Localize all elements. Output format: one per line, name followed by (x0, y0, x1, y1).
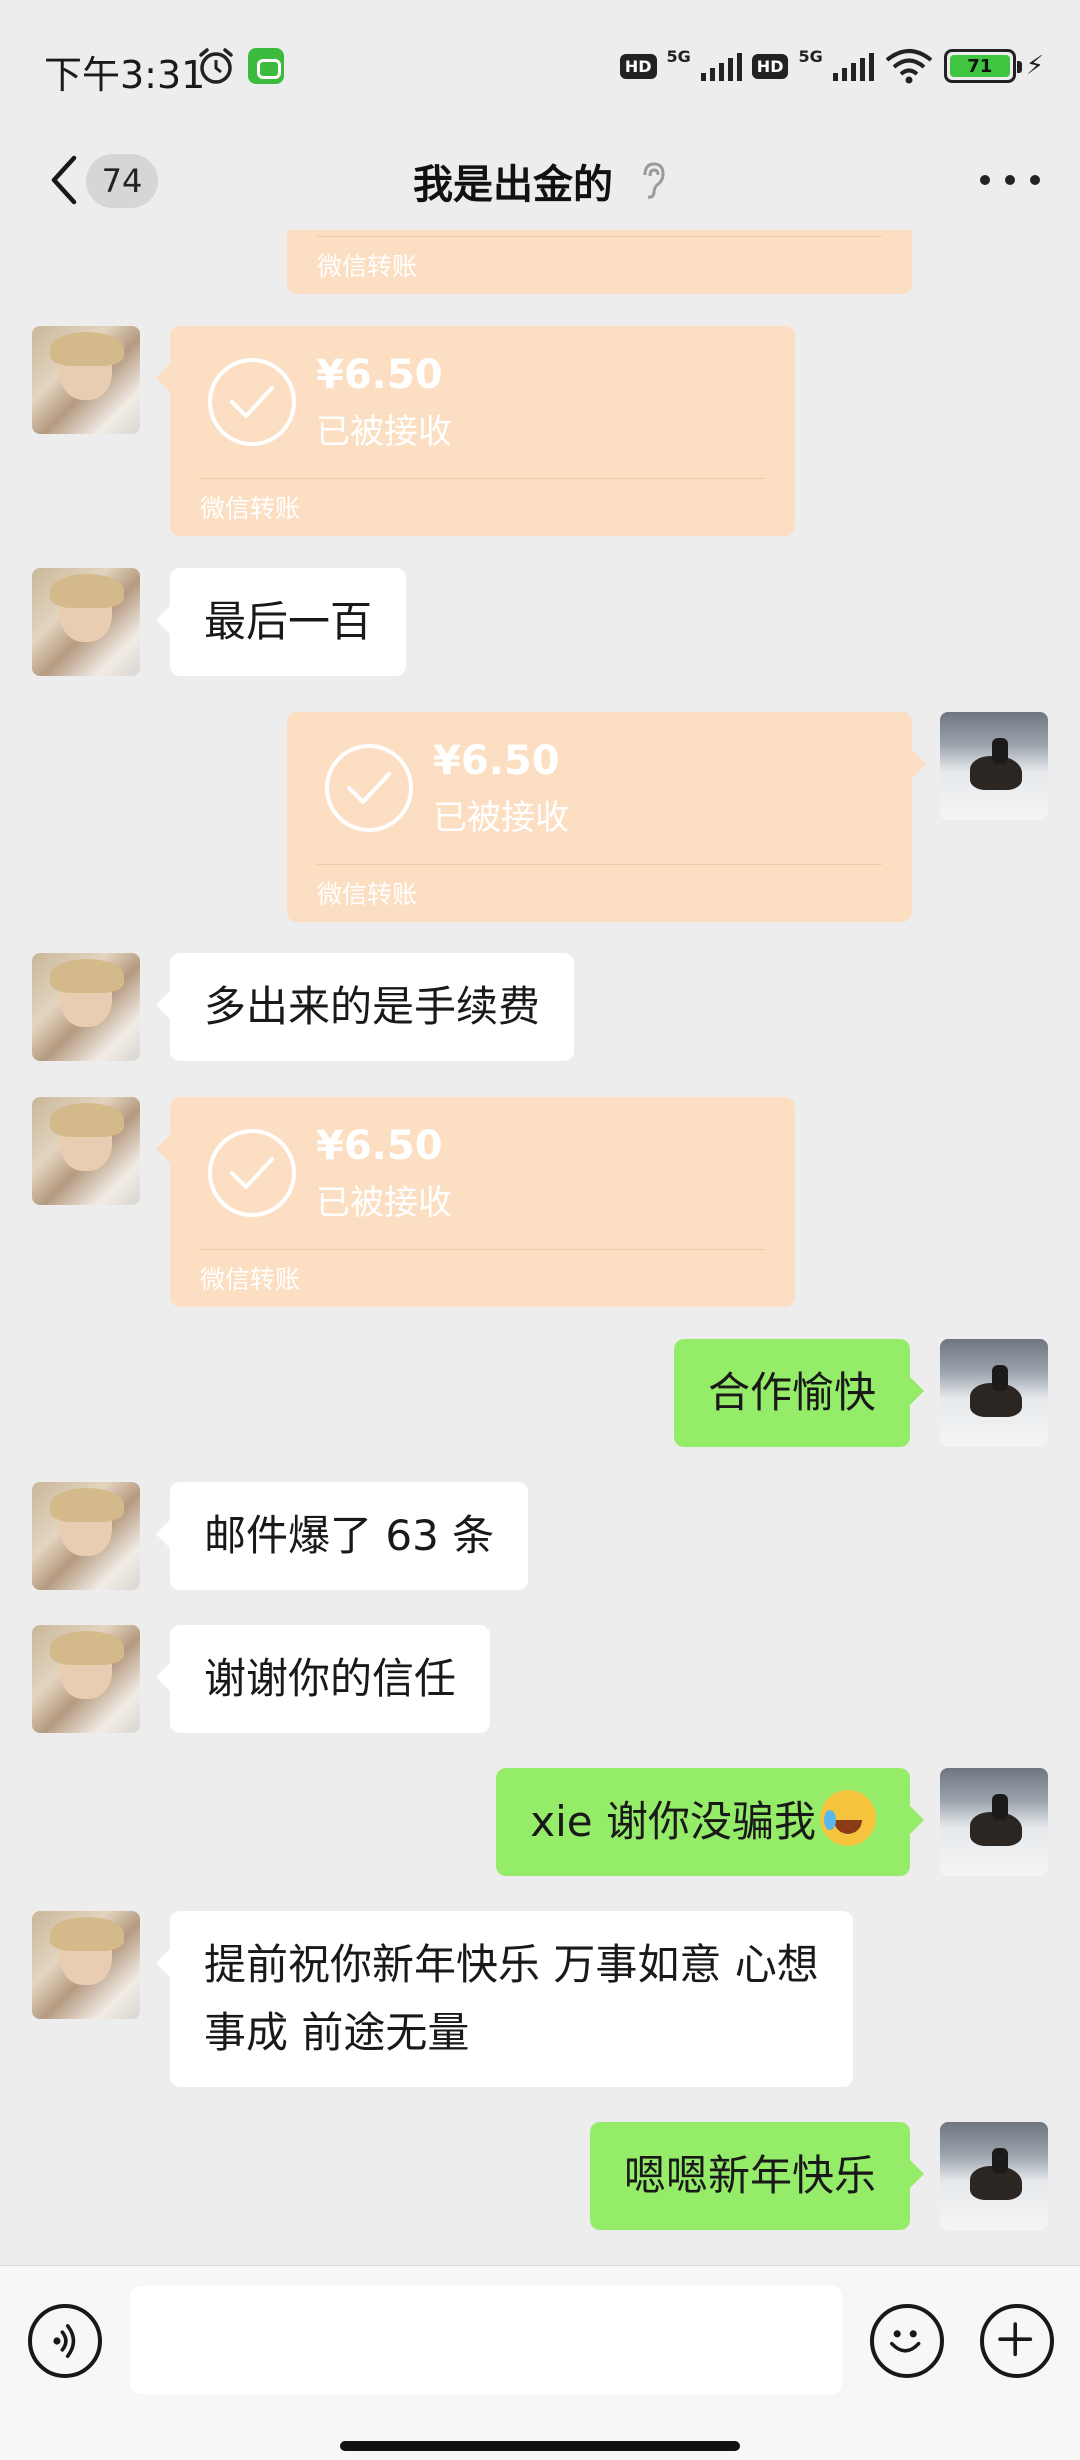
voice-icon[interactable] (28, 2304, 102, 2378)
transfer-divider (317, 236, 882, 237)
transfer-footer: 微信转账 (200, 494, 301, 523)
avatar[interactable] (940, 1768, 1048, 1876)
transfer-card[interactable]: ¥6.50 已被接收 微信转账 (287, 712, 926, 922)
signal-icon (700, 51, 742, 81)
avatar[interactable] (32, 326, 140, 434)
chat-header: 74 我是出金的 (0, 130, 1080, 230)
avatar[interactable] (940, 2122, 1048, 2230)
charging-icon: ⚡ (1025, 51, 1044, 81)
input-bar (0, 2265, 1080, 2460)
home-indicator[interactable] (340, 2441, 740, 2451)
transfer-status: 已被接收 (433, 798, 569, 838)
avatar[interactable] (32, 1625, 140, 1733)
transfer-card[interactable]: ¥6.50 已被接收 微信转账 (156, 326, 795, 536)
ear-icon (643, 162, 665, 199)
message-input[interactable] (130, 2286, 842, 2394)
chat-title-area: 我是出金的 (0, 152, 1080, 210)
message-bubble[interactable]: 邮件爆了 63 条 (155, 1482, 529, 1590)
message-bubble[interactable]: 嗯嗯新年快乐 (589, 2122, 925, 2230)
message-text: 邮件爆了 63 条 (204, 1511, 495, 1560)
transfer-status: 已被接收 (316, 1183, 452, 1223)
more-icon[interactable] (980, 160, 1040, 200)
transfer-status: 已被接收 (316, 412, 452, 452)
message-text: xie 谢你没骗我 (530, 1797, 816, 1846)
transfer-divider (200, 1249, 765, 1250)
message-text-line: 事成 前途无量 (204, 2008, 470, 2057)
message-bubble[interactable]: xie 谢你没骗我 (496, 1768, 924, 1876)
message-bubble[interactable]: 多出来的是手续费 (155, 953, 575, 1061)
transfer-amount: ¥6.50 (316, 352, 443, 398)
message-text: 多出来的是手续费 (204, 982, 541, 1031)
avatar[interactable] (940, 712, 1048, 820)
message-text: 嗯嗯新年快乐 (623, 2151, 876, 2200)
transfer-amount: ¥6.50 (316, 1123, 443, 1169)
message-bubble[interactable]: 合作愉快 (673, 1339, 925, 1447)
app-icon (248, 48, 284, 84)
laughing-crying-emoji-icon (820, 1790, 876, 1846)
transfer-amount: ¥6.50 (433, 738, 560, 784)
network-gen-label: 5G (666, 46, 691, 66)
hd-badge: HD (619, 53, 657, 79)
avatar[interactable] (32, 568, 140, 676)
signal-icon (832, 51, 874, 81)
avatar[interactable] (32, 1911, 140, 2019)
transfer-card[interactable]: ¥6.50 已被接收 微信转账 (156, 1097, 795, 1307)
message-list[interactable]: 微信转账 ¥6.50 已被接收 微信转账 最后一百 ¥6.50 已被接收 微信转… (0, 230, 1080, 2265)
message-text: 谢谢你的信任 (204, 1654, 457, 1703)
wifi-icon (885, 49, 933, 84)
message-text: 最后一百 (204, 597, 373, 646)
plus-icon[interactable] (980, 2304, 1054, 2378)
check-circle-icon (208, 1129, 296, 1217)
transfer-footer: 微信转账 (317, 880, 418, 909)
battery-icon: 71 (943, 49, 1022, 83)
message-bubble[interactable]: 谢谢你的信任 (155, 1625, 491, 1733)
chat-title: 我是出金的 (413, 162, 613, 208)
status-bar: 下午3:31 HD 5G HD 5G 71 ⚡ (0, 0, 1080, 130)
avatar[interactable] (32, 953, 140, 1061)
message-bubble[interactable]: 最后一百 (155, 568, 407, 676)
status-indicators: HD 5G HD 5G 71 ⚡ (619, 44, 1044, 88)
transfer-divider (317, 864, 882, 865)
avatar[interactable] (940, 1339, 1048, 1447)
status-time: 下午3:31 (44, 53, 206, 97)
avatar[interactable] (32, 1482, 140, 1590)
check-circle-icon (325, 744, 413, 832)
check-circle-icon (208, 358, 296, 446)
transfer-card[interactable]: 微信转账 (287, 230, 912, 294)
transfer-footer: 微信转账 (317, 252, 418, 281)
alarm-icon (199, 48, 233, 84)
emoji-icon[interactable] (870, 2304, 944, 2378)
network-gen-label: 5G (798, 46, 823, 66)
avatar[interactable] (32, 1097, 140, 1205)
transfer-divider (200, 478, 765, 479)
hd-badge: HD (751, 53, 789, 79)
battery-level: 71 (949, 55, 1010, 77)
message-bubble[interactable]: 提前祝你新年快乐 万事如意 心想 事成 前途无量 (156, 1911, 853, 2087)
message-text: 合作愉快 (707, 1368, 876, 1417)
message-text-line: 提前祝你新年快乐 万事如意 心想 (204, 1940, 819, 1989)
transfer-footer: 微信转账 (200, 1265, 301, 1294)
